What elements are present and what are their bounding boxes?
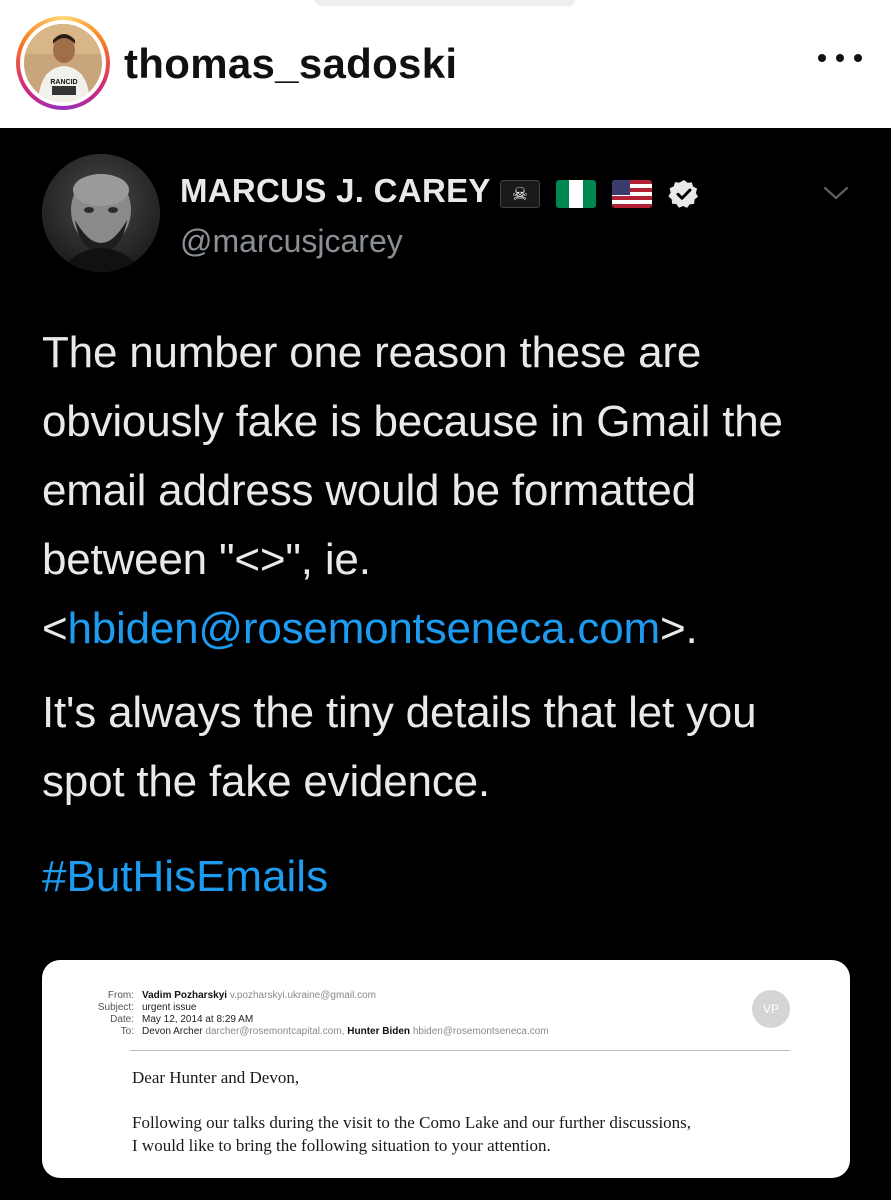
verified-badge-icon bbox=[668, 180, 698, 208]
tweet-author-avatar[interactable] bbox=[42, 154, 160, 272]
avatar-photo-icon: RANCID bbox=[24, 24, 102, 102]
tweet-text: The number one reason these are obviousl… bbox=[42, 318, 872, 816]
sender-avatar: VP bbox=[752, 990, 790, 1028]
to2-address: hbiden@rosemontseneca.com bbox=[412, 1026, 549, 1037]
header-divider bbox=[130, 1050, 790, 1051]
us-flag-icon bbox=[612, 180, 652, 208]
tweet-line: It's always the tiny details that let yo… bbox=[42, 688, 757, 737]
pirate-flag-icon: ☠ bbox=[500, 180, 540, 208]
to1-address: darcher@rosemontcapital.com, bbox=[205, 1026, 345, 1037]
tweet-author-name[interactable]: MARCUS J. CAREY bbox=[180, 172, 491, 210]
name-flags: ☠ bbox=[500, 178, 700, 210]
hashtag-link[interactable]: #ButHisEmails bbox=[42, 852, 328, 902]
nigeria-flag-icon bbox=[556, 180, 596, 208]
date-label: Date: bbox=[110, 1014, 134, 1025]
date-value: May 12, 2014 at 8:29 AM bbox=[142, 1014, 254, 1025]
subject-value: urgent issue bbox=[142, 1002, 197, 1013]
email-body: Dear Hunter and Devon, Following our tal… bbox=[132, 1066, 822, 1157]
to1-name: Devon Archer bbox=[142, 1026, 203, 1037]
post-username[interactable]: thomas_sadoski bbox=[124, 40, 457, 88]
chevron-down-icon[interactable] bbox=[822, 184, 850, 202]
email-body-line: Following our talks during the visit to … bbox=[132, 1113, 692, 1132]
more-options-icon[interactable] bbox=[818, 48, 862, 68]
instagram-post-header: RANCID thomas_sadoski bbox=[0, 0, 891, 128]
tweet-line-email: <hbiden@rosemontseneca.com>. bbox=[42, 604, 698, 653]
story-ring[interactable]: RANCID bbox=[16, 16, 110, 110]
from-name: Vadim Pozharskyi bbox=[142, 990, 228, 1001]
to-label: To: bbox=[120, 1026, 134, 1037]
email-greeting: Dear Hunter and Devon, bbox=[132, 1068, 300, 1087]
email-body-line: I would like to bring the following situ… bbox=[132, 1136, 551, 1155]
subject-label: Subject: bbox=[97, 1002, 134, 1013]
tweet-author-handle[interactable]: @marcusjcarey bbox=[180, 223, 403, 260]
author-photo-icon bbox=[42, 154, 160, 272]
tweet-line: obviously fake is because in Gmail the bbox=[42, 397, 783, 446]
sheet-handle bbox=[315, 0, 575, 6]
email-link[interactable]: hbiden@rosemontseneca.com bbox=[68, 604, 661, 653]
tweet-line: between "<>", ie. bbox=[42, 535, 371, 584]
to2-name: Hunter Biden bbox=[347, 1026, 411, 1037]
tweet-card: MARCUS J. CAREY ☠ @marcusjcarey The numb… bbox=[0, 128, 891, 1200]
shirt-logo: RANCID bbox=[50, 79, 77, 86]
from-label: From: bbox=[107, 990, 134, 1001]
tweet-line: spot the fake evidence. bbox=[42, 757, 490, 806]
tweet-line: email address would be formatted bbox=[42, 466, 696, 515]
avatar[interactable]: RANCID bbox=[24, 24, 102, 102]
tweet-line: The number one reason these are bbox=[42, 328, 702, 377]
attached-email-image[interactable]: From: Vadim Pozharskyi v.pozharskyi.ukra… bbox=[42, 960, 850, 1178]
from-address: v.pozharskyi.ukraine@gmail.com bbox=[229, 990, 376, 1001]
